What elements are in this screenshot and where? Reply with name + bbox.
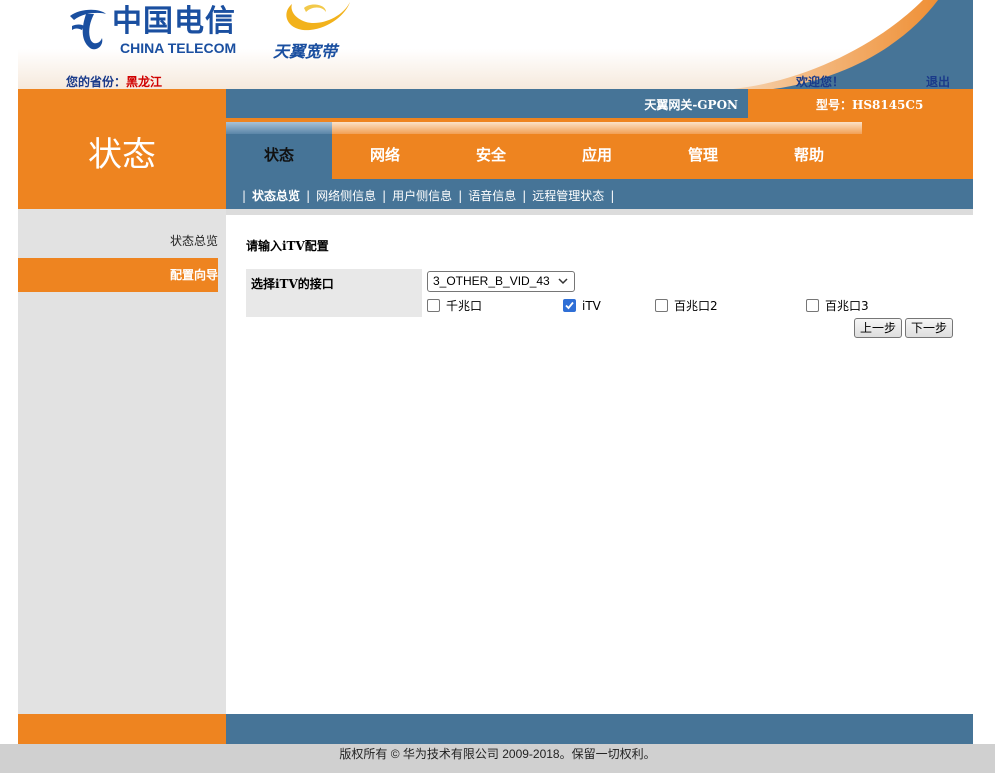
logo-english-text: CHINA TELECOM [120,40,237,56]
tab-label: 安全 [475,146,506,164]
next-step-button[interactable]: 下一步 [905,318,953,338]
tianyi-swirl-icon [286,2,350,31]
iface-select-value: 3_OTHER_B_VID_43 [433,274,550,288]
tab-label: 管理 [687,146,718,164]
footer-right-bar [226,714,973,744]
page-title: 请输入iTV配置 [246,239,329,253]
info-bar: 天翼网关-GPON 型号：HS8145C5 [226,89,973,118]
tab-label: 帮助 [793,146,824,164]
page: 中国电信 CHINA TELECOM 天翼宽带 您的省份：黑龙江 欢迎您！ 退出… [18,0,973,773]
tab-label: 状态 [263,146,294,164]
china-telecom-icon [70,9,106,50]
subnav-status-overview[interactable]: 状态总览 [252,189,300,203]
tab-label: 应用 [581,146,612,164]
header: 中国电信 CHINA TELECOM 天翼宽带 您的省份：黑龙江 欢迎您！ 退出 [18,0,973,89]
checkbox-label: 千兆口 [446,299,483,313]
checkbox-label: 百兆口2 [674,299,718,313]
section-title-block: 状态 [18,89,226,209]
checkbox-label: iTV [582,299,601,313]
sub-nav: | 状态总览 | 网络侧信息 | 用户侧信息 | 语音信息 | 远程管理状态 | [226,179,973,209]
tab-label: 网络 [369,146,400,164]
province-label: 您的省份： [66,75,127,89]
footer-left-bar [18,714,226,744]
tab-help[interactable]: 帮助 [756,122,862,179]
sidebar-item-config-wizard[interactable]: 配置向导 [18,258,218,292]
tab-management[interactable]: 管理 [650,122,756,179]
checkbox-label: 百兆口3 [825,299,869,313]
tianyi-broadband-logo: 天翼宽带 [270,0,360,61]
tab-application[interactable]: 应用 [544,122,650,179]
checkbox-itv[interactable]: iTV [563,298,601,314]
sidebar: 状态总览 配置向导 [18,209,229,714]
subnav-voice-info[interactable]: 语音信息 [468,189,516,203]
subnav-remote-mgmt[interactable]: 远程管理状态 [532,189,604,203]
iface-label: 选择iTV的接口 [251,277,334,291]
section-title: 状态 [88,135,156,175]
brand-text: 天翼宽带 [273,42,338,61]
separator: | [382,189,387,203]
separator: | [522,189,527,203]
separator: | [610,189,615,203]
logout-link[interactable]: 退出 [926,73,950,89]
separator: | [306,189,311,203]
tab-status[interactable]: 状态 [226,122,332,179]
province-value: 黑龙江 [126,75,163,89]
subnav-network-info[interactable]: 网络侧信息 [316,189,376,203]
checkbox-gigabit-port[interactable]: 千兆口 [427,298,482,314]
iface-select[interactable]: 3_OTHER_B_VID_43 [427,271,575,292]
main-content: 请输入iTV配置 选择iTV的接口 3_OTHER_B_VID_43 千兆口 i… [226,209,973,714]
checkbox-fast-port-3[interactable]: 百兆口3 [806,298,869,314]
checkbox-box-checked [563,299,576,312]
checkbox-box [427,299,440,312]
model-text: 型号：HS8145C5 [816,98,924,112]
sub-nav-items: | 状态总览 | 网络侧信息 | 用户侧信息 | 语音信息 | 远程管理状态 | [236,187,620,204]
chevron-down-icon [558,278,568,285]
china-telecom-logo: 中国电信 CHINA TELECOM [66,4,241,56]
sidebar-item-status-overview[interactable]: 状态总览 [18,224,218,258]
checkbox-box [806,299,819,312]
gateway-name: 天翼网关-GPON [644,98,738,112]
tab-security[interactable]: 安全 [438,122,544,179]
province-info: 您的省份：黑龙江 [66,73,162,89]
model-box: 型号：HS8145C5 [748,89,973,118]
checkmark-icon [565,301,574,310]
checkbox-fast-port-2[interactable]: 百兆口2 [655,298,718,314]
separator: | [242,189,247,203]
iface-label-cell: 选择iTV的接口 [246,269,422,317]
subnav-user-info[interactable]: 用户侧信息 [392,189,452,203]
tab-network[interactable]: 网络 [332,122,438,179]
checkbox-box [655,299,668,312]
logo-chinese-text: 中国电信 [112,4,236,39]
separator: | [458,189,463,203]
welcome-text: 欢迎您！ [796,75,845,89]
main-tabs: 状态 网络 安全 应用 管理 帮助 [226,118,973,179]
copyright: 版权所有 © 华为技术有限公司 2009-2018。保留一切权利。 [0,744,995,773]
prev-step-button[interactable]: 上一步 [854,318,902,338]
